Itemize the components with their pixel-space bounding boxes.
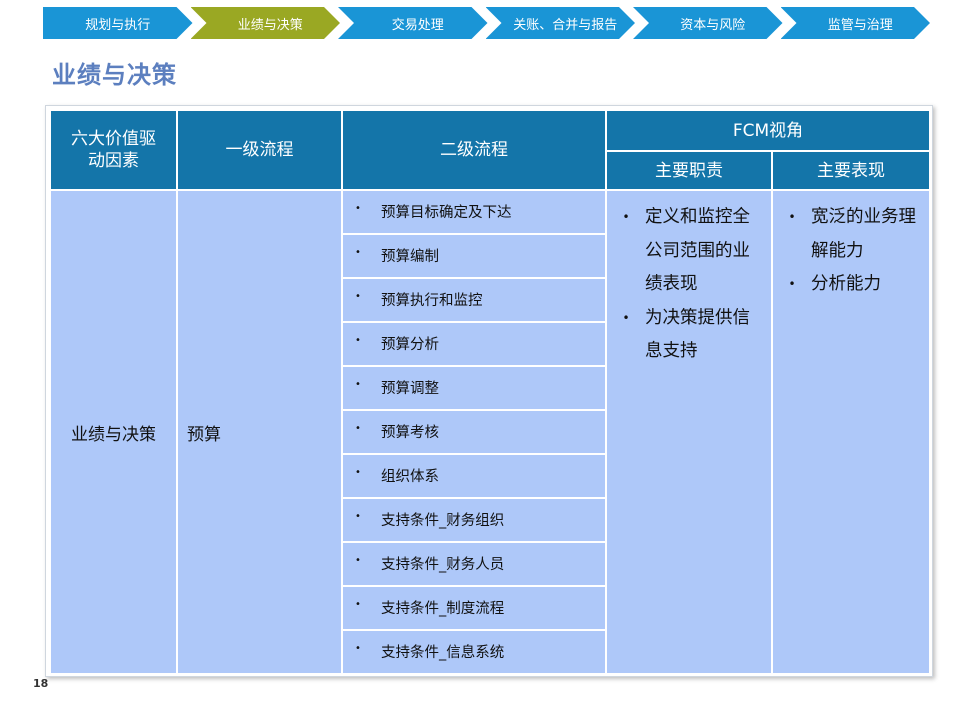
bullet-icon: • — [355, 291, 361, 302]
level2-item: • 预算考核 — [343, 411, 605, 453]
nav-tab-label: 监管与治理 — [827, 17, 893, 33]
bullet-icon: • — [355, 599, 361, 610]
cell-performance: • 宽泛的业务理解能力 • 分析能力 — [773, 191, 929, 673]
performance-item-label: 宽泛的业务理解能力 — [811, 207, 916, 261]
cell-duties: • 定义和监控全公司范围的业绩表现 • 为决策提供信息支持 — [607, 191, 771, 673]
page-title: 业绩与决策 — [52, 61, 177, 89]
cell-driver: 业绩与决策 — [51, 191, 176, 673]
header-level2: 二级流程 — [343, 111, 605, 189]
process-table-frame: 六大价值驱动因素 一级流程 二级流程 FCM视角 主要职责 主要表现 业绩与决策… — [45, 105, 933, 677]
header-duties: 主要职责 — [607, 152, 771, 189]
header-fcm: FCM视角 — [607, 111, 929, 150]
level2-item: • 预算调整 — [343, 367, 605, 409]
nav-tab-transactions[interactable]: 交易处理 — [338, 7, 488, 39]
level2-item: • 支持条件_制度流程 — [343, 587, 605, 629]
level2-item-label: 支持条件_财务人员 — [381, 557, 505, 573]
level2-item: • 预算执行和监控 — [343, 279, 605, 321]
nav-tab-label: 关账、合并与报告 — [513, 17, 618, 33]
bullet-icon: • — [355, 467, 361, 478]
process-nav: 规划与执行 业绩与决策 交易处理 关账、合并与报告 资本与风险 监管与治理 — [43, 7, 930, 39]
duties-list: • 定义和监控全公司范围的业绩表现 • 为决策提供信息支持 — [607, 191, 771, 369]
level2-item-label: 支持条件_制度流程 — [381, 601, 505, 617]
level2-item-label: 支持条件_财务组织 — [381, 513, 505, 529]
level2-item-label: 预算考核 — [381, 425, 439, 441]
nav-tab-governance[interactable]: 监管与治理 — [781, 7, 931, 39]
nav-tab-label: 规划与执行 — [85, 17, 151, 33]
nav-tab-label: 资本与风险 — [680, 17, 746, 33]
cell-level2: • 预算目标确定及下达 • 预算编制 • 预算执行和监控 • 预算分析 • 预算调整 • 预算考核 • 组… — [343, 191, 605, 673]
nav-tab-label: 业绩与决策 — [237, 17, 303, 33]
duty-item: • 定义和监控全公司范围的业绩表现 — [607, 201, 771, 302]
page-number: 18 — [33, 677, 49, 690]
nav-tab-capital-risk[interactable]: 资本与风险 — [633, 7, 783, 39]
duty-item-label: 为决策提供信息支持 — [645, 307, 750, 362]
bullet-icon: • — [355, 247, 361, 258]
cell-level1: 预算 — [178, 191, 341, 673]
bullet-icon: • — [355, 555, 361, 566]
nav-tab-closing[interactable]: 关账、合并与报告 — [486, 7, 636, 39]
level2-item: • 预算分析 — [343, 323, 605, 365]
bullet-icon: • — [622, 210, 630, 224]
level2-list: • 预算目标确定及下达 • 预算编制 • 预算执行和监控 • 预算分析 • 预算调整 • 预算考核 • 组… — [343, 191, 605, 673]
level2-item-label: 预算调整 — [381, 381, 439, 397]
performance-item: • 分析能力 — [773, 268, 929, 302]
header-driver-label: 六大价值驱动因素 — [71, 129, 156, 171]
level2-item: • 支持条件_财务组织 — [343, 499, 605, 541]
level2-item: • 组织体系 — [343, 455, 605, 497]
bullet-icon: • — [355, 511, 361, 522]
level2-item: • 支持条件_信息系统 — [343, 631, 605, 673]
bullet-icon: • — [355, 335, 361, 346]
level2-item-label: 预算目标确定及下达 — [381, 205, 512, 221]
nav-tab-label: 交易处理 — [391, 17, 444, 33]
bullet-icon: • — [788, 210, 796, 224]
nav-tab-performance[interactable]: 业绩与决策 — [191, 7, 341, 39]
performance-item: • 宽泛的业务理解能力 — [773, 201, 929, 268]
bullet-icon: • — [355, 379, 361, 390]
level2-item-label: 组织体系 — [381, 469, 439, 485]
bullet-icon: • — [355, 203, 361, 214]
header-performance: 主要表现 — [773, 152, 929, 189]
bullet-icon: • — [788, 277, 796, 291]
level2-item-label: 支持条件_信息系统 — [381, 645, 505, 661]
level2-item: • 预算目标确定及下达 — [343, 191, 605, 233]
process-table: 六大价值驱动因素 一级流程 二级流程 FCM视角 主要职责 主要表现 业绩与决策… — [49, 109, 931, 675]
bullet-icon: • — [355, 643, 361, 654]
duty-item-label: 定义和监控全公司范围的业绩表现 — [645, 207, 750, 294]
level2-item-label: 预算编制 — [381, 249, 439, 265]
duty-item: • 为决策提供信息支持 — [607, 302, 771, 369]
header-driver: 六大价值驱动因素 — [51, 111, 176, 189]
nav-tab-planning[interactable]: 规划与执行 — [43, 7, 193, 39]
level2-item-label: 预算分析 — [381, 337, 439, 353]
header-level1: 一级流程 — [178, 111, 341, 189]
performance-item-label: 分析能力 — [811, 274, 881, 294]
level2-item: • 支持条件_财务人员 — [343, 543, 605, 585]
level2-item: • 预算编制 — [343, 235, 605, 277]
performance-list: • 宽泛的业务理解能力 • 分析能力 — [773, 191, 929, 302]
level2-item-label: 预算执行和监控 — [381, 293, 483, 309]
bullet-icon: • — [355, 423, 361, 434]
bullet-icon: • — [622, 310, 630, 325]
